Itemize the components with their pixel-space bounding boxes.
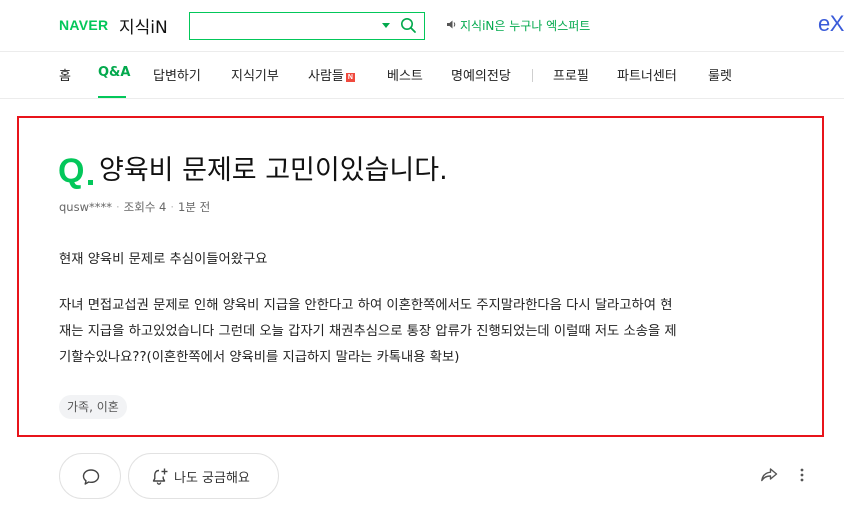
meta-separator: · <box>170 200 175 214</box>
curious-too-button[interactable]: 나도 궁금해요 <box>128 453 279 499</box>
top-header: NAVER 지식iN 지식iN은 누구나 엑스퍼트 eX <box>0 0 844 52</box>
question-title: 양육비 문제로 고민이있습니다. <box>99 155 448 186</box>
nav-active-indicator <box>98 96 126 98</box>
nav-qna[interactable]: Q&A <box>98 65 130 80</box>
search-box <box>189 12 425 40</box>
search-icon[interactable] <box>400 17 417 34</box>
expert-logo[interactable]: eX <box>818 11 844 37</box>
new-badge: N <box>345 73 355 82</box>
naver-logo[interactable]: NAVER <box>59 17 108 33</box>
more-options-icon[interactable] <box>798 467 806 483</box>
question-q-mark: Q <box>58 152 85 190</box>
meta-separator: · <box>116 200 120 214</box>
body-line: 재는 지급을 하고있었습니다 그런데 오늘 갑자기 채권추심으로 통장 압류가 … <box>59 324 677 339</box>
nav-people[interactable]: 사람들 N <box>308 65 355 84</box>
nav-donate[interactable]: 지식기부 <box>231 65 279 84</box>
question-q-dot <box>88 180 93 185</box>
category-tag[interactable]: 가족, 이혼 <box>59 395 127 419</box>
nav-profile[interactable]: 프로필 <box>553 65 589 84</box>
question-body-paragraph-1: 현재 양육비 문제로 추심이들어왔구요 <box>59 252 268 267</box>
expert-link[interactable]: 지식iN은 누구나 엑스퍼트 <box>460 17 590 34</box>
nav-people-label: 사람들 <box>308 69 344 84</box>
curious-too-label: 나도 궁금해요 <box>174 471 250 486</box>
question-body-paragraph-2: 자녀 면접교섭권 문제로 인해 양육비 지급을 안한다고 하여 이혼한쪽에서도 … <box>59 293 779 371</box>
nav-divider <box>532 69 533 82</box>
post-time: 1분 전 <box>178 200 211 214</box>
question-meta: qusw**** · 조회수 4 · 1분 전 <box>59 199 210 215</box>
view-count: 조회수 4 <box>123 200 167 214</box>
author-name[interactable]: qusw**** <box>59 200 112 214</box>
bell-plus-icon <box>152 468 168 485</box>
main-nav: 홈 Q&A 답변하기 지식기부 사람들 N 베스트 명예의전당 프로필 파트너센터… <box>0 52 844 99</box>
search-dropdown-caret-icon[interactable] <box>382 23 390 28</box>
nav-partner-center[interactable]: 파트너센터 <box>617 65 677 84</box>
nav-best[interactable]: 베스트 <box>387 65 423 84</box>
share-icon[interactable] <box>760 467 778 483</box>
nav-roulette[interactable]: 룰렛 <box>708 65 732 84</box>
comment-icon <box>82 469 100 485</box>
jisikin-logo[interactable]: 지식iN <box>119 13 168 38</box>
body-line: 자녀 면접교섭권 문제로 인해 양육비 지급을 안한다고 하여 이혼한쪽에서도 … <box>59 298 673 313</box>
comment-button[interactable] <box>59 453 121 499</box>
search-input[interactable] <box>194 16 378 37</box>
speaker-icon <box>447 20 456 29</box>
nav-answer[interactable]: 답변하기 <box>153 65 201 84</box>
body-line: 기할수있나요??(이혼한쪽에서 양육비를 지급하지 말라는 카톡내용 확보) <box>59 350 460 365</box>
nav-hall-of-fame[interactable]: 명예의전당 <box>451 65 511 84</box>
nav-home[interactable]: 홈 <box>59 65 71 84</box>
